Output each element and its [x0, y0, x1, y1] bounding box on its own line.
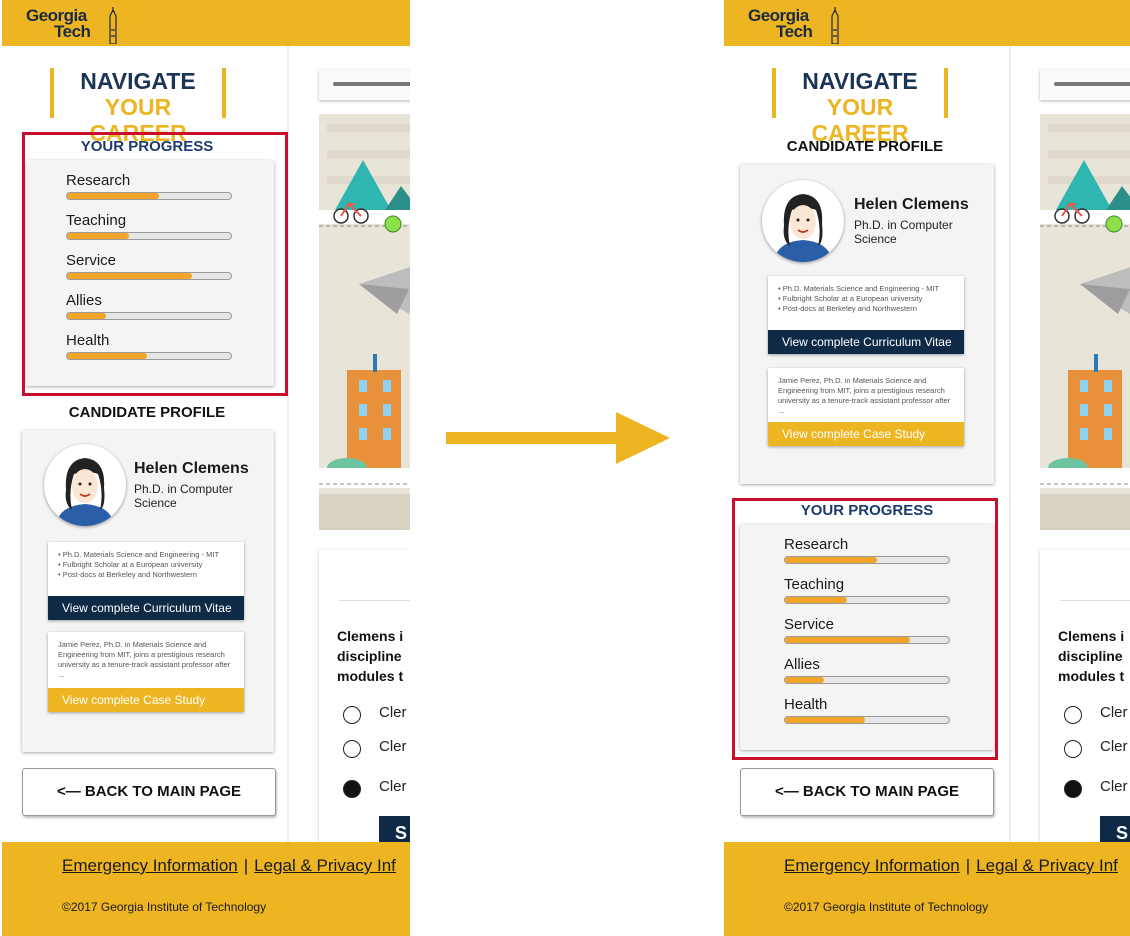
view-case-study-button[interactable]: View complete Case Study	[48, 688, 244, 712]
scene-illustration	[319, 114, 410, 530]
option-label-2: Cler	[379, 738, 407, 755]
top-bar: Georgia Tech	[2, 0, 410, 46]
legal-privacy-link[interactable]: Legal & Privacy Inf	[976, 856, 1118, 875]
highlight-box	[732, 498, 998, 760]
back-to-main-button[interactable]: <— BACK TO MAIN PAGE	[740, 768, 994, 816]
view-cv-button[interactable]: View complete Curriculum Vitae	[48, 596, 244, 620]
case-study-summary: Jamie Perez, Ph.D. in Materials Science …	[778, 376, 951, 415]
question-card: Clemens i discipline modules t Cler Cler…	[1040, 550, 1130, 850]
avatar	[762, 180, 844, 262]
search-bar[interactable]	[319, 70, 410, 100]
person-icon	[774, 194, 832, 262]
main-content: Clemens i discipline modules t Cler Cler…	[1040, 46, 1130, 850]
footer: Emergency Information | Legal & Privacy In…	[724, 842, 1130, 936]
question-text: Clemens i discipline modules t	[337, 628, 404, 684]
arrow-right-icon	[446, 412, 670, 464]
legal-privacy-link[interactable]: Legal & Privacy Inf	[254, 856, 396, 875]
scene-illustration	[1040, 114, 1130, 530]
option-label-3: Cler	[379, 778, 407, 795]
question-card: Clemens i discipline modules t Cler Cler…	[319, 550, 410, 850]
footer-links: Emergency Information | Legal & Privacy In…	[62, 856, 396, 875]
radio-option-2[interactable]	[343, 740, 361, 758]
before-screen: Georgia Tech NAVIGATE YOUR CAREER YOUR P…	[2, 0, 410, 936]
main-content: Clemens i discipline modules t Cler Cler…	[319, 46, 410, 850]
case-study-card: Jamie Perez, Ph.D. in Materials Science …	[48, 632, 244, 712]
radio-option-1[interactable]	[343, 706, 361, 724]
candidate-degree: Ph.D. in Computer Science	[854, 218, 953, 246]
radio-option-3[interactable]	[1064, 780, 1082, 798]
emergency-info-link[interactable]: Emergency Information	[62, 856, 238, 875]
footer-links: Emergency Information | Legal & Privacy In…	[784, 856, 1118, 875]
highlight-box	[22, 132, 288, 396]
question-text: Clemens i discipline modules t	[1058, 628, 1125, 684]
avatar	[44, 444, 126, 526]
radio-option-2[interactable]	[1064, 740, 1082, 758]
view-cv-button[interactable]: View complete Curriculum Vitae	[768, 330, 964, 354]
campus-illustration	[319, 124, 410, 530]
profile-heading: CANDIDATE PROFILE	[68, 404, 226, 421]
tower-icon	[109, 7, 117, 44]
cv-summary: • Ph.D. Materials Science and Engineerin…	[58, 550, 220, 579]
option-label-1: Cler	[1100, 704, 1128, 721]
copyright-text: ©2017 Georgia Institute of Technology	[62, 900, 267, 914]
candidate-profile-card: Helen Clemens Ph.D. in Computer Science …	[22, 430, 274, 752]
cv-card: • Ph.D. Materials Science and Engineerin…	[768, 276, 964, 354]
radio-option-1[interactable]	[1064, 706, 1082, 724]
top-bar: Georgia Tech	[724, 0, 1130, 46]
campus-illustration	[1040, 124, 1130, 530]
georgia-tech-logo[interactable]: Georgia Tech	[26, 6, 136, 44]
view-case-study-button[interactable]: View complete Case Study	[768, 422, 964, 446]
back-to-main-button[interactable]: <— BACK TO MAIN PAGE	[22, 768, 276, 816]
candidate-profile-card: Helen Clemens Ph.D. in Computer Science …	[740, 164, 994, 484]
emergency-info-link[interactable]: Emergency Information	[784, 856, 960, 875]
copyright-text: ©2017 Georgia Institute of Technology	[784, 900, 989, 914]
footer: Emergency Information | Legal & Privacy In…	[2, 842, 410, 936]
candidate-name: Helen Clemens	[134, 460, 249, 477]
option-label-1: Cler	[379, 704, 407, 721]
cv-card: • Ph.D. Materials Science and Engineerin…	[48, 542, 244, 620]
search-bar[interactable]	[1040, 70, 1130, 100]
case-study-card: Jamie Perez, Ph.D. in Materials Science …	[768, 368, 964, 446]
person-icon	[56, 458, 114, 526]
case-study-summary: Jamie Perez, Ph.D. in Materials Science …	[58, 640, 231, 679]
tower-icon	[831, 7, 839, 44]
option-label-2: Cler	[1100, 738, 1128, 755]
navigate-your-career-title: NAVIGATE YOUR CAREER	[50, 68, 226, 146]
sidebar: NAVIGATE YOUR CAREER YOUR PROGRESS Resea…	[2, 46, 289, 842]
navigate-your-career-title: NAVIGATE YOUR CAREER	[772, 68, 948, 146]
radio-option-3[interactable]	[343, 780, 361, 798]
candidate-name: Helen Clemens	[854, 196, 969, 213]
option-label-3: Cler	[1100, 778, 1128, 795]
sidebar: NAVIGATE YOUR CAREER CANDIDATE PROFILE H…	[724, 46, 1011, 842]
profile-heading: CANDIDATE PROFILE	[786, 138, 944, 155]
candidate-degree: Ph.D. in Computer Science	[134, 482, 233, 510]
georgia-tech-logo[interactable]: Georgia Tech	[748, 6, 858, 44]
after-screen: Georgia Tech NAVIGATE YOUR CAREER CANDID…	[724, 0, 1130, 936]
cv-summary: • Ph.D. Materials Science and Engineerin…	[778, 284, 940, 313]
